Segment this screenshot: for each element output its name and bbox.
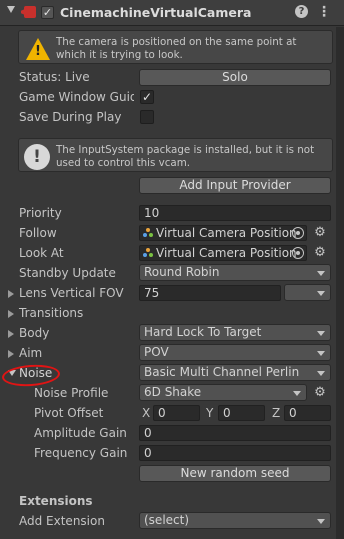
follow-field[interactable]: Virtual Camera Position (139, 225, 307, 241)
status-label: Status: Live (19, 70, 90, 84)
chevron-down-icon (317, 331, 325, 336)
noise-dropdown[interactable]: Basic Multi Channel Perlin (139, 364, 331, 381)
warning-icon (26, 38, 50, 60)
chevron-down-icon (317, 371, 325, 376)
game-window-guides-checkbox[interactable]: ✓ (140, 90, 154, 104)
gear-icon[interactable]: ⚙ (314, 226, 326, 239)
gameobject-icon (143, 248, 153, 258)
noise-profile-value: 6D Shake (144, 385, 202, 399)
noise-profile-dropdown[interactable]: 6D Shake (139, 384, 307, 401)
info-icon: ! (24, 144, 50, 170)
warning-text: The camera is positioned on the same poi… (56, 36, 297, 61)
chevron-down-icon (293, 391, 301, 396)
noise-profile-label: Noise Profile (34, 386, 109, 400)
aim-foldout-arrow[interactable] (8, 350, 14, 358)
kebab-menu-icon[interactable]: ⋮ (317, 4, 331, 20)
new-random-seed-button[interactable]: New random seed (139, 465, 331, 482)
body-foldout-arrow[interactable] (8, 330, 14, 338)
input-info-text: The InputSystem package is installed, bu… (56, 144, 315, 169)
body-value: Hard Lock To Target (144, 325, 262, 339)
pivot-z-label: Z (272, 406, 281, 420)
amplitude-gain-field[interactable]: 0 (139, 425, 331, 441)
pivot-y-field[interactable]: 0 (218, 405, 265, 421)
priority-field[interactable]: 10 (139, 205, 331, 221)
save-during-play-label: Save During Play (19, 110, 122, 124)
annotation-circle (1, 363, 61, 388)
body-dropdown[interactable]: Hard Lock To Target (139, 324, 331, 341)
component-header: ✓ CinemachineVirtualCamera ? ⋮ (0, 0, 344, 26)
pivot-x-label: X (142, 406, 151, 420)
chevron-down-icon (317, 351, 325, 356)
add-extension-dropdown[interactable]: (select) (139, 512, 331, 529)
add-input-provider-button[interactable]: Add Input Provider (139, 177, 331, 194)
gameobject-icon (143, 228, 153, 238)
standby-update-dropdown[interactable]: Round Robin (139, 264, 331, 281)
follow-label: Follow (19, 226, 57, 240)
chevron-down-icon (317, 291, 325, 296)
pivot-offset-label: Pivot Offset (34, 406, 104, 420)
chevron-down-icon (317, 519, 325, 524)
frequency-gain-label: Frequency Gain (34, 446, 128, 460)
add-extension-label: Add Extension (19, 514, 105, 528)
pivot-y-label: Y (206, 406, 214, 420)
add-extension-value: (select) (144, 513, 190, 527)
chevron-down-icon (317, 271, 325, 276)
object-picker-icon[interactable] (292, 247, 304, 259)
follow-value: Virtual Camera Position (156, 226, 297, 240)
extensions-header: Extensions (19, 494, 93, 508)
priority-label: Priority (19, 206, 62, 220)
chevron-down-icon[interactable] (7, 6, 15, 13)
standby-update-value: Round Robin (144, 265, 220, 279)
body-label[interactable]: Body (19, 326, 49, 340)
lens-preset-dropdown[interactable] (284, 284, 331, 301)
pivot-z-field[interactable]: 0 (284, 405, 331, 421)
help-icon[interactable]: ? (295, 5, 308, 18)
aim-label[interactable]: Aim (19, 346, 42, 360)
standby-update-label: Standby Update (19, 266, 116, 280)
warning-helpbox: The camera is positioned on the same poi… (18, 30, 333, 64)
lens-foldout-arrow[interactable] (8, 290, 14, 298)
scrollbar[interactable] (336, 27, 344, 539)
look-at-value: Virtual Camera Position (156, 246, 297, 260)
transitions-label[interactable]: Transitions (19, 306, 83, 320)
aim-dropdown[interactable]: POV (139, 344, 331, 361)
lens-fov-field[interactable]: 75 (139, 285, 281, 301)
frequency-gain-field[interactable]: 0 (139, 445, 331, 461)
component-title: CinemachineVirtualCamera (60, 5, 252, 20)
game-window-guides-label: Game Window Guides (19, 90, 152, 104)
object-picker-icon[interactable] (292, 227, 304, 239)
lens-fov-label[interactable]: Lens Vertical FOV (19, 286, 124, 300)
input-info-helpbox: ! The InputSystem package is installed, … (18, 138, 333, 172)
save-during-play-checkbox[interactable] (140, 110, 154, 124)
cinemachine-camera-icon (24, 6, 36, 18)
gear-icon[interactable]: ⚙ (314, 246, 326, 259)
transitions-foldout-arrow[interactable] (8, 310, 14, 318)
noise-value: Basic Multi Channel Perlin (144, 365, 300, 379)
look-at-label: Look At (19, 246, 64, 260)
gear-icon[interactable]: ⚙ (314, 386, 326, 399)
component-enabled-checkbox[interactable]: ✓ (41, 6, 54, 19)
amplitude-gain-label: Amplitude Gain (34, 426, 127, 440)
solo-button[interactable]: Solo (139, 69, 331, 86)
look-at-field[interactable]: Virtual Camera Position (139, 245, 307, 261)
aim-value: POV (144, 345, 169, 359)
pivot-x-field[interactable]: 0 (153, 405, 200, 421)
